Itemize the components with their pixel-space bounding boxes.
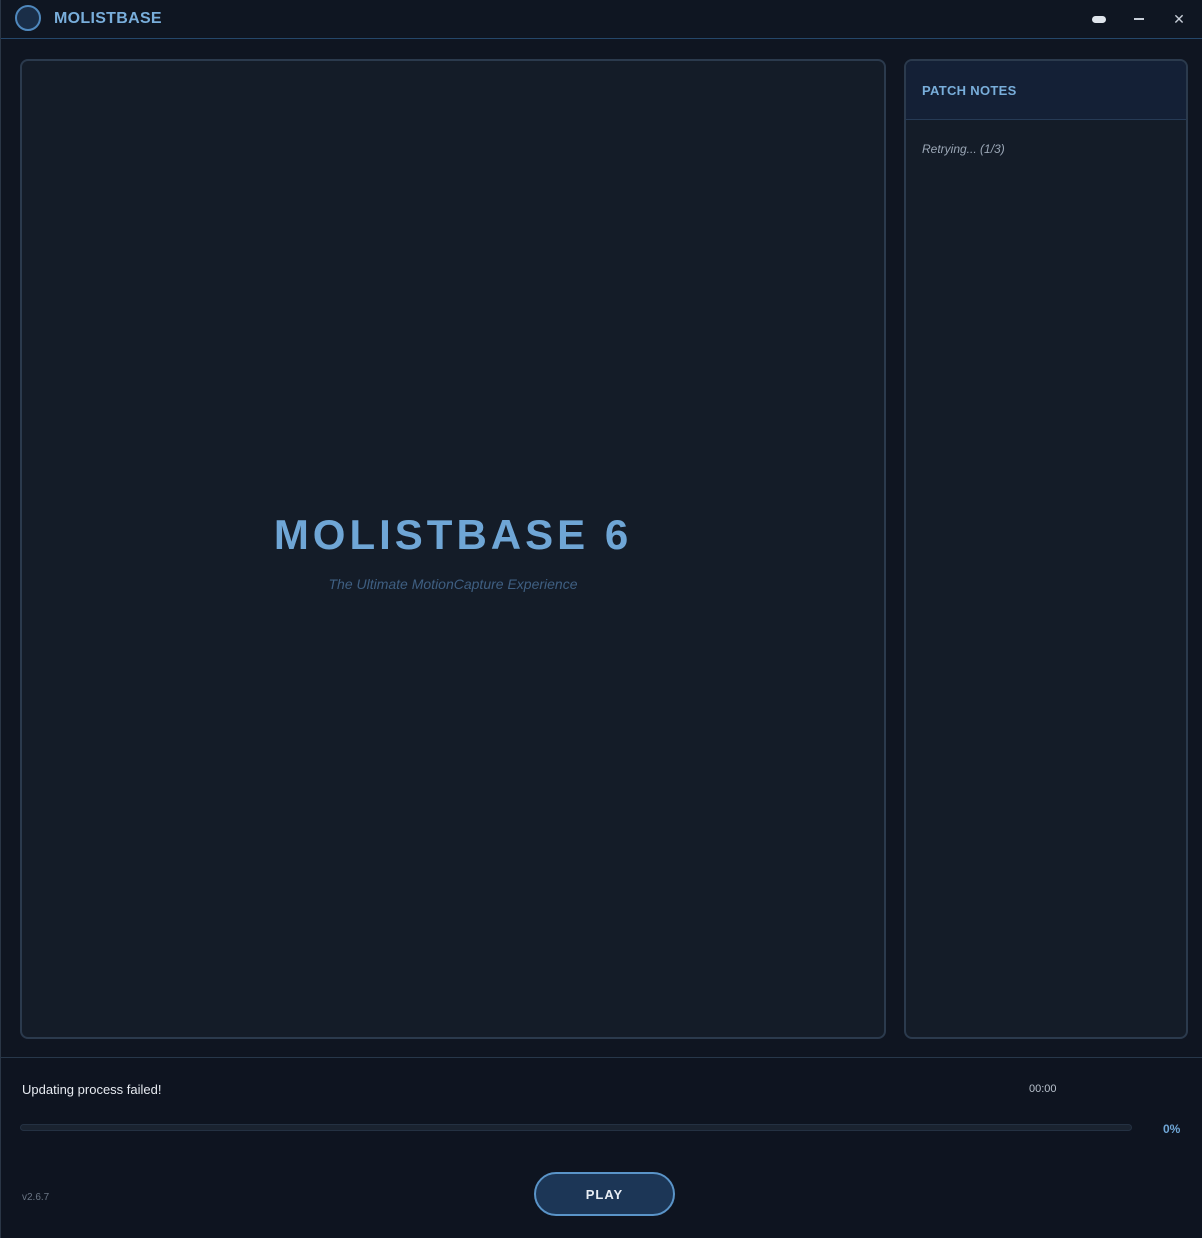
timer-text: 00:00 bbox=[1029, 1083, 1057, 1095]
launcher-window: MOLISTBASE ✕ MOLISTBASE 6 The Ultimate M… bbox=[0, 0, 1202, 1238]
play-button[interactable]: PLAY bbox=[534, 1172, 675, 1216]
progress-bar bbox=[20, 1124, 1132, 1131]
patch-notes-panel[interactable]: PATCH NOTES Retrying... (1/3) bbox=[904, 59, 1188, 1039]
minimize-icon bbox=[1134, 18, 1144, 20]
update-status-text: Updating process failed! bbox=[22, 1082, 162, 1097]
hero-title: MOLISTBASE 6 bbox=[273, 511, 633, 558]
pill-toggle-icon bbox=[1092, 15, 1106, 23]
patch-notes-title: PATCH NOTES bbox=[922, 83, 1017, 98]
close-icon: ✕ bbox=[1173, 11, 1185, 27]
title-bar[interactable]: MOLISTBASE ✕ bbox=[1, 0, 1202, 39]
app-title: MOLISTBASE bbox=[54, 10, 162, 27]
circle-logo-icon bbox=[15, 5, 41, 31]
patch-notes-header: PATCH NOTES bbox=[906, 61, 1186, 120]
progress-percent: 0% bbox=[1163, 1122, 1181, 1136]
minimize-button[interactable] bbox=[1127, 8, 1151, 30]
close-button[interactable]: ✕ bbox=[1167, 8, 1191, 30]
patch-notes-body: Retrying... (1/3) bbox=[922, 142, 1005, 156]
footer-bar: Updating process failed! 00:00 0% v2.6.7… bbox=[1, 1057, 1202, 1238]
hero-panel: MOLISTBASE 6 The Ultimate MotionCapture … bbox=[20, 59, 886, 1039]
hero-subtitle: The Ultimate MotionCapture Experience bbox=[328, 576, 578, 592]
pill-toggle-button[interactable] bbox=[1087, 8, 1111, 30]
version-label: v2.6.7 bbox=[22, 1192, 50, 1203]
